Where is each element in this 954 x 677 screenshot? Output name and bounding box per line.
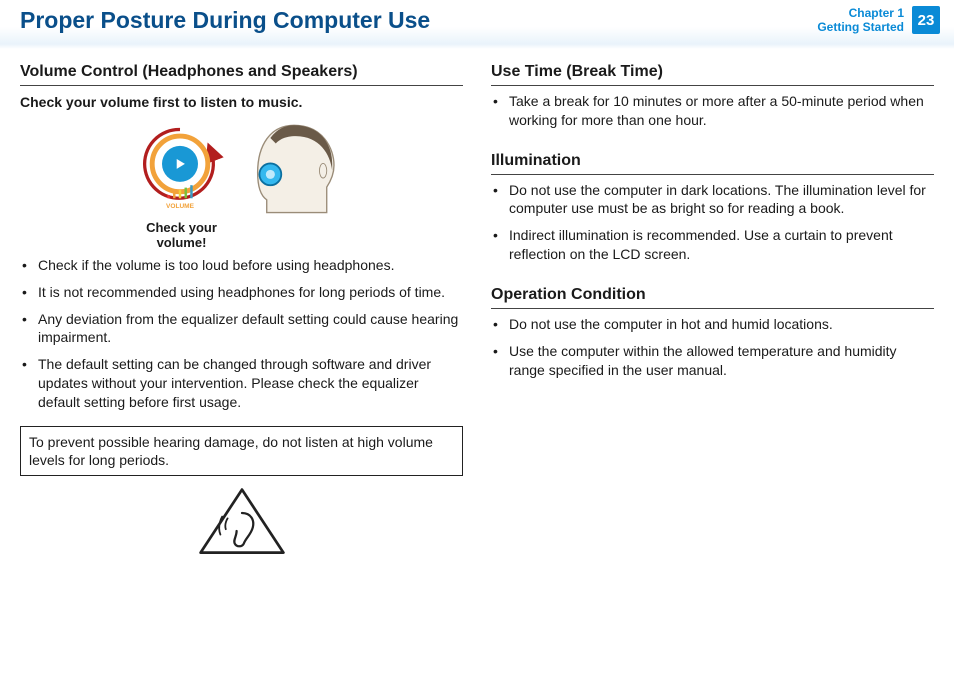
- right-column: Use Time (Break Time) Take a break for 1…: [491, 63, 934, 559]
- use-time-bullets: Take a break for 10 minutes or more afte…: [491, 92, 934, 130]
- chapter-block: Chapter 1 Getting Started 23: [817, 6, 940, 35]
- section-operation-condition: Operation Condition: [491, 286, 934, 309]
- section-volume-control: Volume Control (Headphones and Speakers): [20, 63, 463, 86]
- list-item: Check if the volume is too loud before u…: [20, 256, 463, 275]
- list-item: Take a break for 10 minutes or more afte…: [491, 92, 934, 130]
- list-item: Do not use the computer in hot and humid…: [491, 315, 934, 334]
- chapter-line1: Chapter 1: [817, 6, 904, 20]
- page-title: Proper Posture During Computer Use: [20, 7, 430, 34]
- illumination-bullets: Do not use the computer in dark location…: [491, 181, 934, 265]
- list-item: Use the computer within the allowed temp…: [491, 342, 934, 380]
- chapter-line2: Getting Started: [817, 20, 904, 34]
- list-item: Do not use the computer in dark location…: [491, 181, 934, 219]
- content-columns: Volume Control (Headphones and Speakers)…: [0, 49, 954, 559]
- section-illumination: Illumination: [491, 152, 934, 175]
- hearing-warning-box: To prevent possible hearing damage, do n…: [20, 426, 463, 476]
- volume-figure-row: VOLUME: [127, 118, 357, 218]
- volume-dial-icon: VOLUME: [135, 123, 225, 213]
- ear-warning-triangle-icon: [197, 486, 287, 558]
- list-item: Any deviation from the equalizer default…: [20, 310, 463, 348]
- section-use-time: Use Time (Break Time): [491, 63, 934, 86]
- volume-bullets: Check if the volume is too loud before u…: [20, 256, 463, 412]
- volume-label-text: VOLUME: [166, 203, 195, 210]
- list-item: It is not recommended using headphones f…: [20, 283, 463, 302]
- volume-figure-caption: Check your volume!: [127, 220, 237, 250]
- volume-subtitle: Check your volume first to listen to mus…: [20, 94, 463, 110]
- chapter-label: Chapter 1 Getting Started: [817, 6, 904, 35]
- left-column: Volume Control (Headphones and Speakers)…: [20, 63, 463, 559]
- volume-figure: VOLUME Check your volume!: [127, 118, 357, 250]
- operation-bullets: Do not use the computer in hot and humid…: [491, 315, 934, 380]
- page-header: Proper Posture During Computer Use Chapt…: [0, 0, 954, 49]
- head-headphone-icon: [239, 118, 349, 218]
- page-number-badge: 23: [912, 6, 940, 34]
- list-item: The default setting can be changed throu…: [20, 355, 463, 412]
- list-item: Indirect illumination is recommended. Us…: [491, 226, 934, 264]
